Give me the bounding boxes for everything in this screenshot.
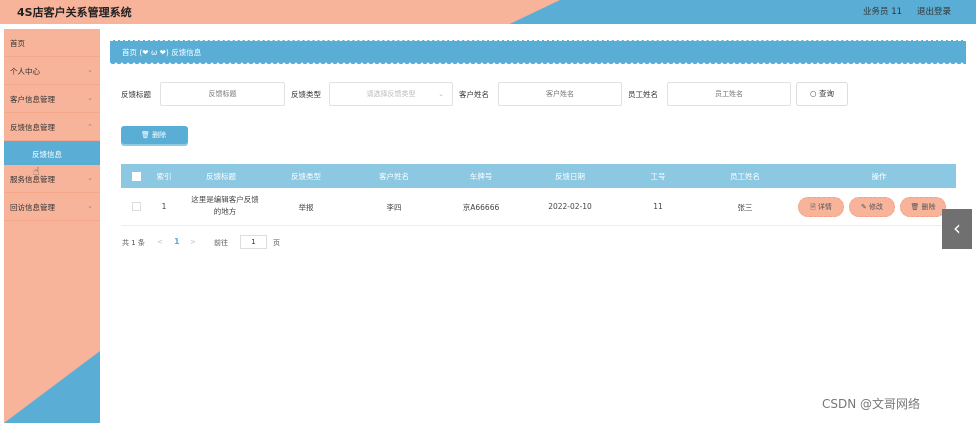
customer-name-label: 客户姓名 [459,90,489,99]
page-unit-label: 页 [273,239,280,247]
pagination-total: 共 1 条 [122,239,145,247]
sidebar-item-callback-info[interactable]: 回访信息管理 ⌄ [4,193,100,221]
customer-name-input[interactable] [498,82,622,106]
column-header: 员工姓名 [730,172,760,181]
top-bar: 4S店客户关系管理系统 业务员 11 退出登录 [0,0,976,24]
cell-plate: 京A66666 [462,203,500,212]
column-header: 反馈标题 [206,172,236,181]
cell-type: 举报 [298,203,314,212]
sidebar-subitem-feedback[interactable]: 反馈信息 [4,141,100,165]
staff-name-label: 员工姓名 [628,90,658,99]
feedback-title-input[interactable] [160,82,285,106]
edit-button[interactable]: ✎ 修改 [849,197,895,217]
chevron-down-icon: ⌄ [87,202,93,210]
column-header: 索引 [156,172,172,181]
logout-link[interactable]: 退出登录 [917,5,951,17]
chevron-down-icon: ⌄ [87,94,93,102]
sidebar-item-service-info[interactable]: 服务信息管理 ⌄ [4,165,100,193]
sidebar-subitem-label: 反馈信息 [32,150,62,159]
cell-staff-name: 张三 [737,203,753,212]
sidebar-item-home[interactable]: 首页 [4,29,100,57]
column-header: 工号 [650,172,666,181]
cell-staff-id: 11 [653,202,663,211]
feedback-table: 索引 反馈标题 反馈类型 客户姓名 车牌号 反馈日期 工号 员工姓名 操作 1 … [121,164,956,226]
column-header: 客户姓名 [379,172,409,181]
current-page[interactable]: 1 [174,237,180,246]
detail-button[interactable]: 🗎 详情 [798,197,844,217]
breadcrumb-wave-decoration [110,61,966,65]
feedback-type-select[interactable]: 请选择反馈类型 ⌄ [329,82,453,106]
staff-name-input[interactable] [667,82,791,106]
collapse-panel-button[interactable]: ‹ [942,209,972,249]
feedback-title-label: 反馈标题 [121,90,151,99]
chevron-down-icon: ⌄ [438,90,444,98]
feedback-type-placeholder: 请选择反馈类型 [366,90,416,98]
chevron-down-icon: ⌄ [87,174,93,182]
feedback-type-label: 反馈类型 [291,90,321,99]
breadcrumb-text: 首页 (❤ ω ❤) 反馈信息 [122,48,202,57]
sidebar-item-label: 反馈信息管理 [10,123,55,132]
chevron-up-icon: ⌄ [87,122,93,130]
search-bar: 反馈标题 反馈类型 请选择反馈类型 ⌄ 客户姓名 员工姓名 ○ 查询 [110,82,966,106]
app-title: 4S店客户关系管理系统 [17,6,132,19]
cell-date: 2022-02-10 [548,202,592,211]
watermark: CSDN @文哥网络 [822,397,921,411]
column-header: 反馈类型 [291,172,321,181]
breadcrumb: 首页 (❤ ω ❤) 反馈信息 [110,40,966,65]
main-content: 首页 (❤ ω ❤) 反馈信息 反馈标题 反馈类型 请选择反馈类型 ⌄ 客户姓名… [110,30,966,423]
goto-label: 前往 [214,239,228,247]
query-button[interactable]: ○ 查询 [796,82,848,106]
sidebar-item-customer-info[interactable]: 客户信息管理 ⌄ [4,85,100,113]
page-jump-input[interactable]: 1 [240,235,267,249]
chevron-down-icon: ⌄ [87,66,93,74]
next-page-icon[interactable]: > [190,238,196,246]
select-all-checkbox[interactable] [132,172,141,181]
sidebar: 首页 个人中心 ⌄ 客户信息管理 ⌄ 反馈信息管理 ⌄ 反馈信息 服务信息管理 … [4,29,100,423]
cell-title: 这里是编辑客户反馈的地方 [191,195,259,216]
sidebar-item-label: 首页 [10,39,25,48]
sidebar-item-label: 客户信息管理 [10,95,55,104]
prev-page-icon[interactable]: < [157,238,163,246]
sidebar-item-personal-center[interactable]: 个人中心 ⌄ [4,57,100,85]
sidebar-item-label: 个人中心 [10,67,40,76]
column-header: 反馈日期 [555,172,585,181]
column-header: 车牌号 [469,172,493,181]
cell-customer: 李四 [386,203,402,212]
table-row: 1 这里是编辑客户反馈的地方 举报 李四 京A66666 2022-02-10 … [121,188,956,226]
sidebar-item-feedback-info[interactable]: 反馈信息管理 ⌄ [4,113,100,141]
column-header: 操作 [871,172,887,181]
sidebar-decoration [4,351,100,423]
user-label: 业务员 11 [863,7,903,17]
pagination: 共 1 条 < 1 > 前往 1 页 [122,235,422,252]
sidebar-item-label: 回访信息管理 [10,203,55,212]
cell-index: 1 [161,202,167,211]
mouse-cursor-icon: ☝ [33,165,40,178]
table-header: 索引 反馈标题 反馈类型 客户姓名 车牌号 反馈日期 工号 员工姓名 操作 [121,164,956,188]
row-checkbox[interactable] [132,202,141,211]
batch-delete-button[interactable]: 🗑 删除 [121,126,188,144]
delete-button[interactable]: 🗑 删除 [900,197,946,217]
